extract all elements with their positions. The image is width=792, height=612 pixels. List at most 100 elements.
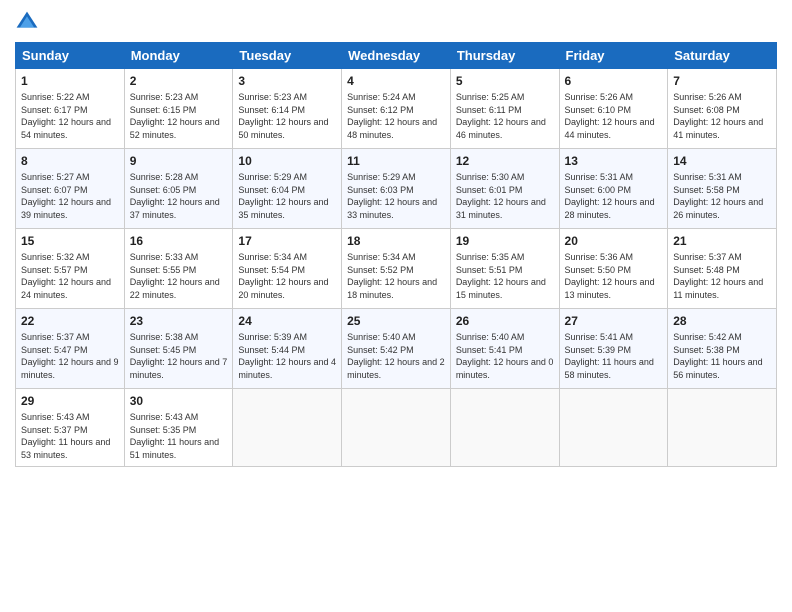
daylight: Daylight: 12 hours and 4 minutes. — [238, 357, 336, 380]
daylight: Daylight: 12 hours and 24 minutes. — [21, 277, 111, 300]
sunset: Sunset: 6:10 PM — [565, 105, 632, 115]
sunset: Sunset: 5:47 PM — [21, 345, 88, 355]
calendar-week-2: 8 Sunrise: 5:27 AM Sunset: 6:07 PM Dayli… — [16, 149, 777, 229]
calendar-cell — [233, 389, 342, 467]
day-number: 25 — [347, 313, 445, 329]
day-info: Sunrise: 5:25 AM Sunset: 6:11 PM Dayligh… — [456, 91, 554, 141]
sunset: Sunset: 5:39 PM — [565, 345, 632, 355]
daylight: Daylight: 12 hours and 46 minutes. — [456, 117, 546, 140]
calendar-cell: 17 Sunrise: 5:34 AM Sunset: 5:54 PM Dayl… — [233, 229, 342, 309]
day-info: Sunrise: 5:37 AM Sunset: 5:48 PM Dayligh… — [673, 251, 771, 301]
sunset: Sunset: 5:44 PM — [238, 345, 305, 355]
daylight: Daylight: 12 hours and 52 minutes. — [130, 117, 220, 140]
sunset: Sunset: 5:58 PM — [673, 185, 740, 195]
sunset: Sunset: 5:50 PM — [565, 265, 632, 275]
day-info: Sunrise: 5:23 AM Sunset: 6:14 PM Dayligh… — [238, 91, 336, 141]
day-info: Sunrise: 5:31 AM Sunset: 5:58 PM Dayligh… — [673, 171, 771, 221]
daylight: Daylight: 12 hours and 31 minutes. — [456, 197, 546, 220]
calendar-cell: 23 Sunrise: 5:38 AM Sunset: 5:45 PM Dayl… — [124, 309, 233, 389]
sunset: Sunset: 5:54 PM — [238, 265, 305, 275]
sunset: Sunset: 6:15 PM — [130, 105, 197, 115]
day-number: 2 — [130, 73, 228, 89]
daylight: Daylight: 11 hours and 56 minutes. — [673, 357, 762, 380]
day-number: 26 — [456, 313, 554, 329]
calendar-cell: 5 Sunrise: 5:25 AM Sunset: 6:11 PM Dayli… — [450, 69, 559, 149]
calendar-cell: 27 Sunrise: 5:41 AM Sunset: 5:39 PM Dayl… — [559, 309, 668, 389]
day-number: 6 — [565, 73, 663, 89]
daylight: Daylight: 12 hours and 0 minutes. — [456, 357, 554, 380]
daylight: Daylight: 12 hours and 37 minutes. — [130, 197, 220, 220]
day-info: Sunrise: 5:41 AM Sunset: 5:39 PM Dayligh… — [565, 331, 663, 381]
daylight: Daylight: 12 hours and 26 minutes. — [673, 197, 763, 220]
sunset: Sunset: 5:48 PM — [673, 265, 740, 275]
calendar-cell: 25 Sunrise: 5:40 AM Sunset: 5:42 PM Dayl… — [342, 309, 451, 389]
sunset: Sunset: 6:11 PM — [456, 105, 522, 115]
calendar-cell: 2 Sunrise: 5:23 AM Sunset: 6:15 PM Dayli… — [124, 69, 233, 149]
sunrise: Sunrise: 5:34 AM — [347, 252, 416, 262]
day-info: Sunrise: 5:42 AM Sunset: 5:38 PM Dayligh… — [673, 331, 771, 381]
day-number: 10 — [238, 153, 336, 169]
daylight: Daylight: 12 hours and 18 minutes. — [347, 277, 437, 300]
day-number: 17 — [238, 233, 336, 249]
calendar-cell: 1 Sunrise: 5:22 AM Sunset: 6:17 PM Dayli… — [16, 69, 125, 149]
weekday-monday: Monday — [124, 43, 233, 69]
sunrise: Sunrise: 5:23 AM — [238, 92, 307, 102]
calendar-cell: 6 Sunrise: 5:26 AM Sunset: 6:10 PM Dayli… — [559, 69, 668, 149]
sunset: Sunset: 6:12 PM — [347, 105, 414, 115]
day-number: 1 — [21, 73, 119, 89]
sunrise: Sunrise: 5:24 AM — [347, 92, 416, 102]
calendar-cell: 24 Sunrise: 5:39 AM Sunset: 5:44 PM Dayl… — [233, 309, 342, 389]
daylight: Daylight: 12 hours and 7 minutes. — [130, 357, 228, 380]
sunrise: Sunrise: 5:23 AM — [130, 92, 199, 102]
sunset: Sunset: 5:42 PM — [347, 345, 414, 355]
sunrise: Sunrise: 5:36 AM — [565, 252, 634, 262]
day-number: 9 — [130, 153, 228, 169]
calendar-cell — [559, 389, 668, 467]
daylight: Daylight: 12 hours and 41 minutes. — [673, 117, 763, 140]
calendar-cell: 28 Sunrise: 5:42 AM Sunset: 5:38 PM Dayl… — [668, 309, 777, 389]
calendar-week-3: 15 Sunrise: 5:32 AM Sunset: 5:57 PM Dayl… — [16, 229, 777, 309]
day-number: 20 — [565, 233, 663, 249]
sunrise: Sunrise: 5:40 AM — [347, 332, 416, 342]
day-info: Sunrise: 5:36 AM Sunset: 5:50 PM Dayligh… — [565, 251, 663, 301]
calendar-cell — [342, 389, 451, 467]
day-info: Sunrise: 5:35 AM Sunset: 5:51 PM Dayligh… — [456, 251, 554, 301]
page: SundayMondayTuesdayWednesdayThursdayFrid… — [0, 0, 792, 612]
day-number: 11 — [347, 153, 445, 169]
day-info: Sunrise: 5:29 AM Sunset: 6:04 PM Dayligh… — [238, 171, 336, 221]
calendar-cell: 20 Sunrise: 5:36 AM Sunset: 5:50 PM Dayl… — [559, 229, 668, 309]
sunrise: Sunrise: 5:37 AM — [21, 332, 90, 342]
daylight: Daylight: 12 hours and 13 minutes. — [565, 277, 655, 300]
calendar-cell: 13 Sunrise: 5:31 AM Sunset: 6:00 PM Dayl… — [559, 149, 668, 229]
calendar-cell: 18 Sunrise: 5:34 AM Sunset: 5:52 PM Dayl… — [342, 229, 451, 309]
sunrise: Sunrise: 5:29 AM — [347, 172, 416, 182]
sunset: Sunset: 6:01 PM — [456, 185, 523, 195]
day-info: Sunrise: 5:43 AM Sunset: 5:37 PM Dayligh… — [21, 411, 119, 461]
day-info: Sunrise: 5:43 AM Sunset: 5:35 PM Dayligh… — [130, 411, 228, 461]
sunset: Sunset: 5:57 PM — [21, 265, 88, 275]
calendar-cell: 8 Sunrise: 5:27 AM Sunset: 6:07 PM Dayli… — [16, 149, 125, 229]
calendar-cell: 3 Sunrise: 5:23 AM Sunset: 6:14 PM Dayli… — [233, 69, 342, 149]
daylight: Daylight: 12 hours and 48 minutes. — [347, 117, 437, 140]
daylight: Daylight: 12 hours and 35 minutes. — [238, 197, 328, 220]
day-info: Sunrise: 5:31 AM Sunset: 6:00 PM Dayligh… — [565, 171, 663, 221]
sunset: Sunset: 6:08 PM — [673, 105, 740, 115]
sunset: Sunset: 6:17 PM — [21, 105, 88, 115]
sunset: Sunset: 6:00 PM — [565, 185, 632, 195]
day-info: Sunrise: 5:22 AM Sunset: 6:17 PM Dayligh… — [21, 91, 119, 141]
day-info: Sunrise: 5:23 AM Sunset: 6:15 PM Dayligh… — [130, 91, 228, 141]
calendar-cell: 21 Sunrise: 5:37 AM Sunset: 5:48 PM Dayl… — [668, 229, 777, 309]
day-info: Sunrise: 5:24 AM Sunset: 6:12 PM Dayligh… — [347, 91, 445, 141]
daylight: Daylight: 12 hours and 44 minutes. — [565, 117, 655, 140]
day-info: Sunrise: 5:26 AM Sunset: 6:10 PM Dayligh… — [565, 91, 663, 141]
sunrise: Sunrise: 5:34 AM — [238, 252, 307, 262]
sunrise: Sunrise: 5:25 AM — [456, 92, 525, 102]
calendar-cell: 19 Sunrise: 5:35 AM Sunset: 5:51 PM Dayl… — [450, 229, 559, 309]
day-number: 15 — [21, 233, 119, 249]
daylight: Daylight: 12 hours and 33 minutes. — [347, 197, 437, 220]
day-info: Sunrise: 5:28 AM Sunset: 6:05 PM Dayligh… — [130, 171, 228, 221]
sunrise: Sunrise: 5:31 AM — [673, 172, 742, 182]
sunrise: Sunrise: 5:35 AM — [456, 252, 525, 262]
daylight: Daylight: 12 hours and 50 minutes. — [238, 117, 328, 140]
sunrise: Sunrise: 5:33 AM — [130, 252, 199, 262]
